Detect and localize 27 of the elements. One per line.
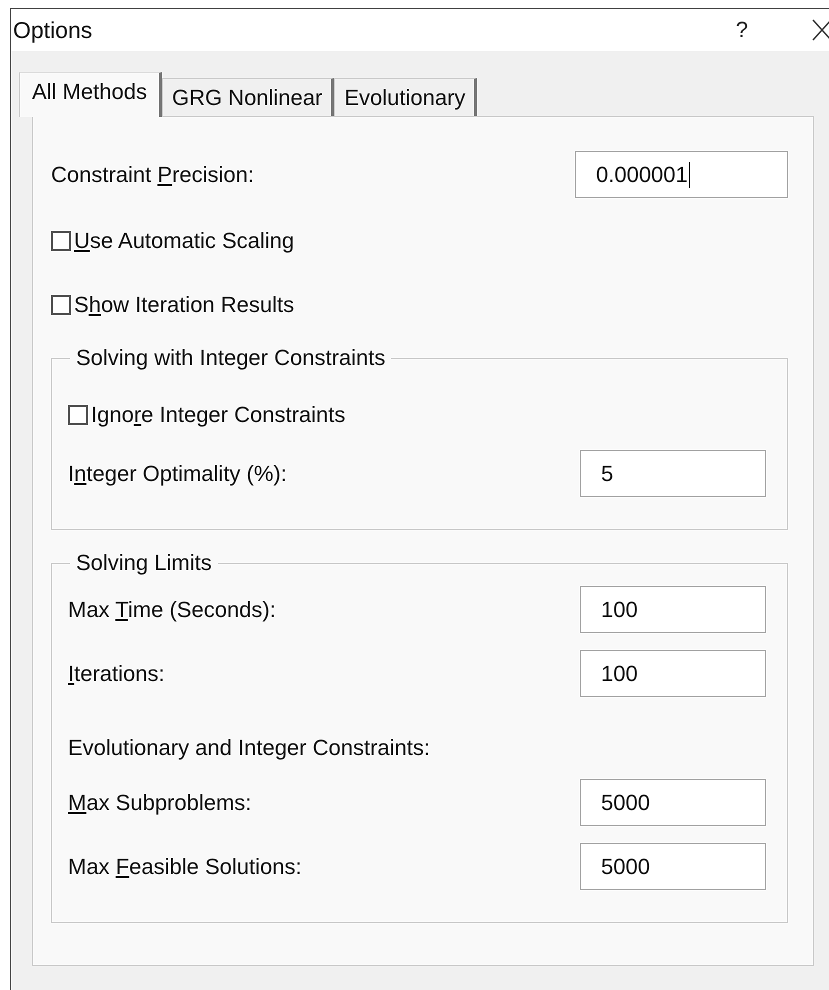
checkbox-label[interactable]: Ignore Integer Constraints (91, 402, 346, 428)
checkbox-label[interactable]: Use Automatic Scaling (74, 228, 294, 254)
tab[interactable]: All Methods (19, 72, 162, 117)
field-label: Max Time (Seconds): (68, 596, 276, 622)
field-label: Iterations: (68, 660, 165, 686)
tab[interactable]: GRG Nonlinear (162, 78, 334, 116)
checkbox[interactable] (51, 231, 71, 251)
checkbox[interactable] (51, 295, 71, 315)
checkbox-label[interactable]: Show Iteration Results (74, 292, 294, 318)
group-title: Solving with Integer Constraints (75, 345, 386, 371)
checkbox[interactable] (68, 405, 88, 425)
input-field[interactable]: 5000 (580, 843, 766, 890)
close-icon[interactable] (812, 19, 829, 41)
input-field[interactable]: 100 (580, 586, 766, 633)
window-title: Options (13, 16, 92, 44)
help-button[interactable]: ? (736, 17, 748, 43)
group-title: Solving Limits (75, 550, 213, 576)
input-field[interactable]: 5000 (580, 779, 766, 826)
section-label: Evolutionary and Integer Constraints: (68, 735, 430, 761)
field-label: Integer Optimality (%): (68, 460, 287, 486)
input-field[interactable]: 5 (580, 450, 766, 497)
field-label: Max Feasible Solutions: (68, 854, 302, 880)
input-field[interactable]: 0.000001 (575, 151, 788, 198)
input-field[interactable]: 100 (580, 650, 766, 697)
tab[interactable]: Evolutionary (334, 78, 478, 116)
field-label: Max Subproblems: (68, 790, 252, 816)
field-label: Constraint Precision: (51, 162, 254, 188)
